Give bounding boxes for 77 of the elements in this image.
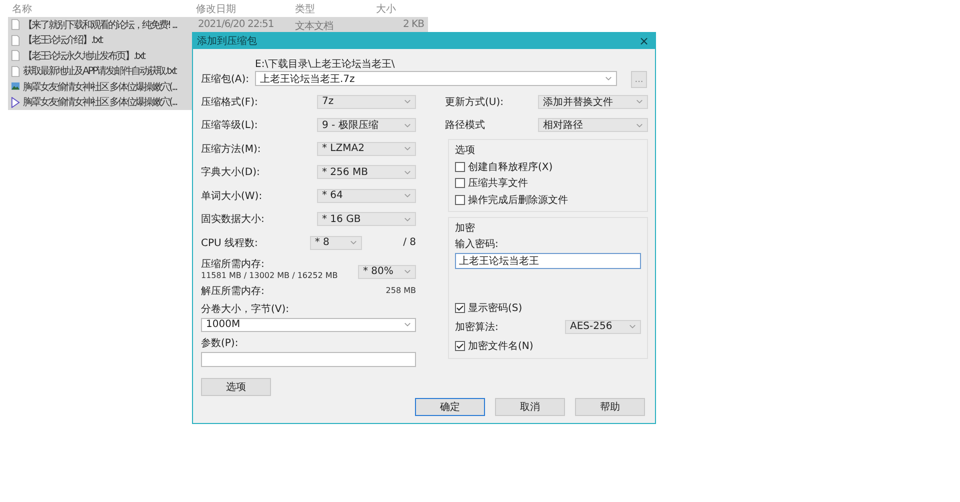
group-title: 加密 bbox=[455, 222, 476, 235]
field-label: 参数(P): bbox=[201, 336, 240, 350]
memory-usage: 258 MB bbox=[386, 286, 416, 295]
checkbox[interactable] bbox=[455, 340, 465, 350]
dropdown[interactable]: 相对路径 bbox=[538, 118, 648, 132]
dropdown[interactable]: * 256 MB bbox=[317, 165, 416, 180]
document-icon bbox=[11, 50, 20, 62]
dropdown[interactable]: * 8 bbox=[310, 236, 362, 250]
group-title: 选项 bbox=[455, 144, 476, 157]
field-label: CPU 线程数: bbox=[201, 236, 259, 250]
checkbox[interactable] bbox=[455, 194, 465, 205]
archive-name-field[interactable]: 上老王论坛当老王.7z bbox=[255, 71, 617, 86]
caret-icon bbox=[404, 170, 411, 175]
options-button[interactable]: 选项 bbox=[201, 378, 271, 396]
checkbox-label[interactable]: 显示密码(S) bbox=[468, 300, 522, 314]
password-field[interactable]: 上老王论坛当老王 bbox=[455, 253, 641, 269]
memory-usage: 11581 MB / 13002 MB / 16252 MB bbox=[201, 270, 338, 280]
dialog-button[interactable]: 取消 bbox=[495, 398, 565, 416]
field-label: 字典大小(D): bbox=[201, 166, 261, 180]
column-header[interactable]: 类型 bbox=[295, 2, 315, 16]
caret-icon bbox=[605, 76, 612, 81]
caret-icon bbox=[404, 99, 411, 104]
field-label: 加密算法: bbox=[455, 320, 500, 334]
document-icon bbox=[11, 66, 20, 77]
caret-icon bbox=[350, 240, 358, 246]
thread-max: / 8 bbox=[403, 237, 416, 248]
dialog-button[interactable]: 确定 bbox=[415, 398, 485, 416]
dropdown[interactable]: * LZMA2 bbox=[317, 142, 416, 156]
field-label: 输入密码: bbox=[455, 238, 500, 251]
archive-path: E:\下载目录\上老王论坛当老王\ bbox=[255, 59, 396, 70]
field-label: 分卷大小，字节(V): bbox=[201, 302, 290, 316]
field-label: 固实数据大小: bbox=[201, 212, 266, 226]
field-label: 压缩方法(M): bbox=[201, 142, 262, 156]
dialog-button[interactable]: 帮助 bbox=[575, 398, 645, 416]
checkbox-label[interactable]: 压缩共享文件 bbox=[468, 176, 528, 190]
caret-icon bbox=[404, 322, 411, 327]
window-title: 添加到压缩包 bbox=[197, 34, 257, 48]
image-icon bbox=[11, 81, 20, 92]
checkbox-label[interactable]: 操作完成后删除源文件 bbox=[468, 192, 568, 207]
dropdown[interactable]: 9 - 极限压缩 bbox=[317, 118, 416, 132]
column-header[interactable]: 大小 bbox=[376, 2, 396, 16]
dropdown[interactable]: * 80% bbox=[358, 264, 416, 278]
checkbox[interactable] bbox=[455, 302, 465, 312]
caret-icon bbox=[629, 324, 636, 329]
video-icon bbox=[11, 96, 20, 108]
caret-icon bbox=[404, 146, 411, 152]
dropdown[interactable]: 添加并替换文件 bbox=[538, 94, 648, 109]
dropdown[interactable]: 7z bbox=[317, 94, 416, 109]
field-label: 路径模式 bbox=[445, 118, 486, 132]
dropdown[interactable]: * 64 bbox=[317, 188, 416, 203]
checkbox-label[interactable]: 创建自释放程序(X) bbox=[468, 160, 553, 174]
checkbox-label[interactable]: 加密文件名(N) bbox=[468, 338, 534, 352]
checkbox[interactable] bbox=[455, 162, 465, 172]
field-label: 更新方式(U): bbox=[445, 96, 504, 109]
field-label: 解压所需内存: bbox=[201, 284, 264, 298]
field-label: 压缩所需内存: bbox=[201, 258, 266, 270]
field-label: 压缩等级(L): bbox=[201, 118, 259, 132]
column-header[interactable]: 修改日期 bbox=[196, 2, 236, 16]
caret-icon bbox=[404, 193, 411, 198]
caret-icon bbox=[404, 122, 411, 128]
document-icon bbox=[11, 19, 20, 30]
volume-size-dropdown[interactable]: 1000M bbox=[201, 318, 416, 332]
field-label: 单词大小(W): bbox=[201, 190, 264, 203]
field-label: 压缩包(A): bbox=[201, 72, 250, 86]
caret-icon bbox=[636, 122, 643, 128]
caret-icon bbox=[636, 99, 643, 104]
caret-icon bbox=[404, 269, 411, 274]
parameters-field[interactable] bbox=[201, 352, 416, 366]
field-label: 压缩格式(F): bbox=[201, 96, 259, 109]
file-row[interactable]: 【来了就别下载和观看的论坛，纯免费! ... 2021/6/20 22:51 文本文档 2 KB bbox=[8, 17, 428, 32]
caret-icon bbox=[404, 216, 411, 222]
column-header[interactable]: 名称 bbox=[12, 2, 32, 16]
checkbox[interactable] bbox=[455, 178, 465, 188]
close-button[interactable]: × bbox=[638, 34, 649, 48]
document-icon bbox=[11, 34, 20, 46]
dropdown[interactable]: AES-256 bbox=[565, 320, 641, 334]
dropdown[interactable]: * 16 GB bbox=[317, 212, 416, 226]
